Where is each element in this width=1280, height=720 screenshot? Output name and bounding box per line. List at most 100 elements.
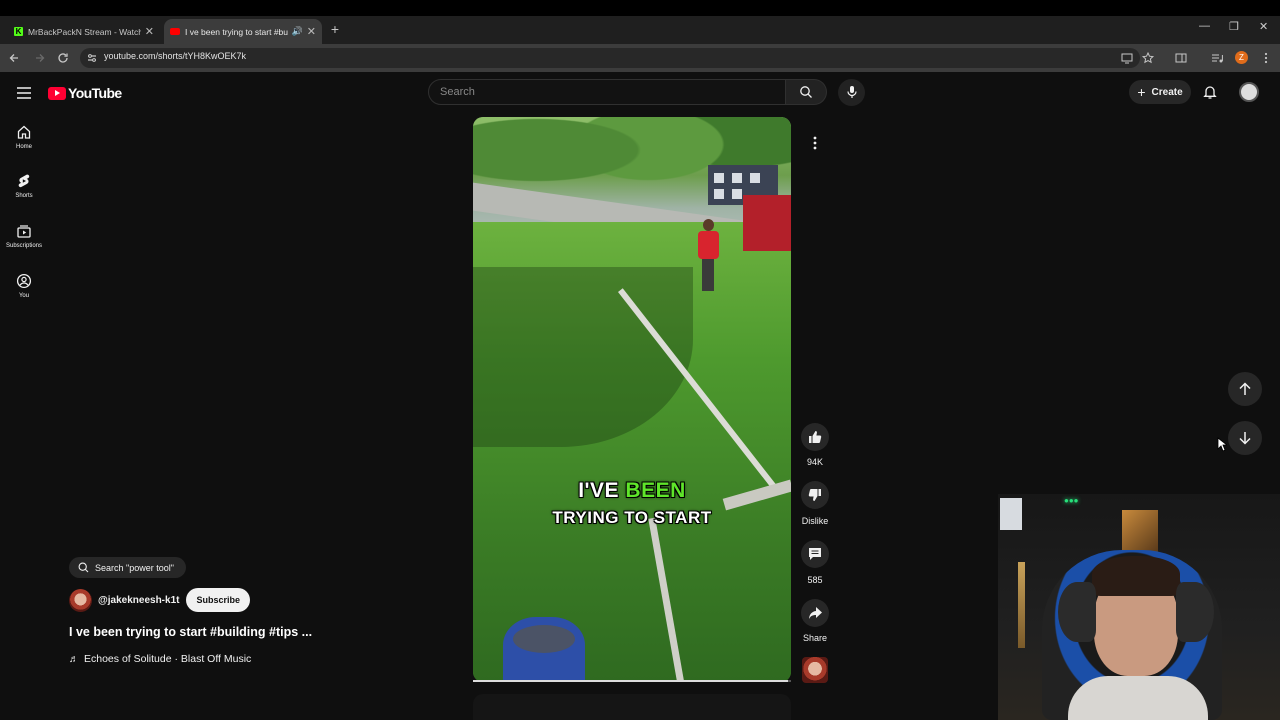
share-label: Share: [802, 633, 828, 643]
tab-title: MrBackPackN Stream - Watch l: [28, 26, 141, 37]
video-title[interactable]: I ve been trying to start #building #tip…: [69, 625, 312, 639]
sidebar-item-label: Subscriptions: [5, 243, 43, 249]
extensions-icon[interactable]: [1174, 51, 1188, 65]
forward-icon[interactable]: [31, 50, 47, 66]
search-icon: [78, 562, 89, 573]
video-progress-bar[interactable]: [473, 680, 791, 682]
maximize-icon[interactable]: ❐: [1229, 20, 1239, 33]
thumbs-down-icon: [808, 489, 821, 501]
music-label: Echoes of Solitude · Blast Off Music: [84, 653, 252, 665]
video-person: [695, 219, 721, 291]
voice-search-button[interactable]: [838, 79, 865, 106]
bookmark-star-icon[interactable]: [1141, 51, 1155, 65]
sidebar-item-label: Home: [15, 144, 32, 150]
headphones-left: [1058, 582, 1096, 642]
next-short-button[interactable]: [1228, 421, 1262, 455]
wall-sword: [1018, 562, 1025, 648]
sidebar-item-shorts[interactable]: Shorts: [0, 173, 48, 199]
url-text[interactable]: youtube.com/shorts/tYH8KwOEK7k: [104, 51, 246, 61]
arrow-up-icon: [1239, 382, 1251, 395]
sidebar-item-home[interactable]: Home: [0, 124, 48, 150]
search-chip-label: Search "power tool": [95, 562, 174, 573]
logo-text: YouTube: [68, 85, 122, 101]
site-settings-icon[interactable]: [86, 52, 98, 64]
comment-count: 585: [807, 575, 823, 585]
share-button[interactable]: [801, 599, 829, 627]
tab-kick-stream[interactable]: K MrBackPackN Stream - Watch l ✕: [8, 19, 160, 44]
tab-title: I ve been trying to start #bu: [185, 26, 288, 37]
sidebar-item-label: Shorts: [15, 193, 33, 199]
notifications-icon[interactable]: [1202, 84, 1218, 100]
channel-avatar[interactable]: [69, 588, 92, 612]
shorts-video-player[interactable]: I'VE BEEN TRYING TO START: [473, 117, 791, 682]
share-arrow-icon: [809, 607, 822, 619]
channel-avatar-thumbnail[interactable]: [802, 657, 828, 683]
create-label: Create: [1151, 86, 1183, 98]
sidebar-item-you[interactable]: You: [0, 273, 48, 299]
new-tab-button[interactable]: +: [328, 22, 342, 36]
comment-icon: [809, 548, 821, 560]
you-icon: [16, 273, 32, 289]
reload-icon[interactable]: [55, 50, 71, 66]
search-placeholder: Search: [440, 86, 475, 98]
streamer-shirt: [1068, 676, 1208, 720]
video-caption-line2: TRYING TO START: [552, 508, 712, 527]
search-button[interactable]: [786, 79, 827, 105]
arrow-down-icon: [1239, 432, 1251, 445]
music-credit[interactable]: ♬ Echoes of Solitude · Blast Off Music: [69, 653, 251, 665]
caption-highlight-word: BEEN: [625, 479, 686, 502]
plus-icon: +: [1137, 84, 1146, 100]
channel-row: @jakekneesh-k1t Subscribe: [69, 588, 250, 612]
video-bucket: [503, 617, 585, 682]
back-icon[interactable]: [7, 50, 23, 66]
account-avatar[interactable]: [1239, 82, 1259, 102]
video-progress-fill: [473, 680, 788, 682]
mouse-cursor-icon: [1217, 437, 1227, 452]
speaker-icon[interactable]: 🔊: [292, 26, 303, 37]
comments-button[interactable]: [801, 540, 829, 568]
like-count: 94K: [806, 457, 823, 467]
streamer-hair: [1092, 556, 1180, 596]
install-app-icon[interactable]: [1120, 51, 1134, 65]
next-short-preview[interactable]: [473, 694, 791, 720]
menu-icon[interactable]: [16, 86, 32, 100]
create-button[interactable]: + Create: [1129, 80, 1191, 104]
headphones-right: [1176, 582, 1214, 642]
tab-youtube-short[interactable]: I ve been trying to start #bu 🔊 ✕: [164, 19, 322, 44]
kick-favicon-icon: K: [14, 27, 23, 36]
tiger-poster: [1122, 510, 1158, 552]
microphone-icon: [846, 86, 857, 98]
media-controls-icon[interactable]: [1210, 51, 1224, 65]
dislike-label: Dislike: [801, 516, 829, 526]
title-strip: [0, 0, 1280, 16]
neon-sign: ●●●: [1064, 496, 1079, 505]
video-truck: [743, 195, 791, 251]
channel-name[interactable]: @jakekneesh-k1t: [98, 595, 179, 606]
youtube-favicon-icon: [170, 28, 180, 35]
close-tab-icon[interactable]: ✕: [307, 25, 316, 38]
profile-avatar[interactable]: Z: [1235, 51, 1248, 64]
search-suggestion-chip[interactable]: Search "power tool": [69, 557, 186, 578]
video-caption-line1: I'VE BEEN: [473, 479, 791, 503]
browser-menu-icon[interactable]: [1259, 51, 1273, 65]
dislike-button[interactable]: [801, 481, 829, 509]
close-window-icon[interactable]: ✕: [1259, 20, 1268, 33]
minimize-icon[interactable]: —: [1199, 20, 1210, 32]
previous-short-button[interactable]: [1228, 372, 1262, 406]
sidebar-item-subscriptions[interactable]: Subscriptions: [0, 223, 48, 249]
search-input[interactable]: [428, 79, 786, 105]
home-icon: [17, 125, 31, 139]
caption-word: I'VE: [578, 479, 620, 502]
close-tab-icon[interactable]: ✕: [145, 25, 154, 38]
shorts-icon: [18, 174, 30, 188]
youtube-play-icon: [48, 86, 66, 100]
wall-poster: [1000, 498, 1022, 530]
search-icon: [800, 86, 812, 98]
thumbs-up-icon: [809, 431, 822, 443]
more-options-icon[interactable]: [804, 132, 826, 154]
webcam-overlay: ●●●: [998, 494, 1280, 720]
subscribe-button[interactable]: Subscribe: [186, 588, 250, 612]
subscriptions-icon: [17, 225, 31, 238]
like-button[interactable]: [801, 423, 829, 451]
youtube-logo[interactable]: YouTube: [48, 85, 122, 101]
